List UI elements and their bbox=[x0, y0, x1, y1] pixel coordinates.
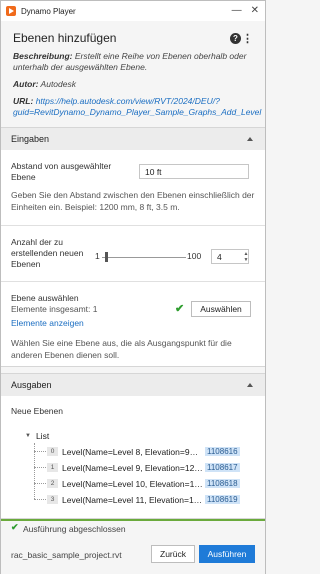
tree-connector bbox=[34, 483, 46, 484]
author-value: Autodesk bbox=[40, 79, 76, 89]
select-button[interactable]: Auswählen bbox=[191, 301, 251, 317]
close-button[interactable]: ✕ bbox=[251, 5, 259, 16]
help-icon[interactable]: ? bbox=[230, 33, 241, 44]
url-line: URL: https://help.autodesk.com/view/RVT/… bbox=[13, 96, 261, 118]
slider-min: 1 bbox=[95, 251, 100, 261]
item-index: 2 bbox=[47, 479, 58, 488]
minimize-button[interactable]: — bbox=[232, 5, 242, 16]
distance-label: Abstand von ausgewählter Ebene bbox=[11, 161, 112, 182]
output-label: Neue Ebenen bbox=[11, 406, 63, 416]
list-label: List bbox=[35, 430, 50, 441]
distance-help: Geben Sie den Abstand zwischen den Ebene… bbox=[11, 190, 255, 212]
tree-connector bbox=[34, 499, 46, 500]
list-item[interactable]: 1 Level(Name=Level 9, Elevation=12… bbox=[47, 461, 203, 474]
item-text: Level(Name=Level 10, Elevation=1… bbox=[62, 478, 203, 489]
elements-total: Elemente insgesamt: 1 bbox=[11, 304, 98, 314]
select-label: Ebene auswählen bbox=[11, 293, 79, 303]
list-item[interactable]: 3 Level(Name=Level 11, Elevation=1… bbox=[47, 493, 202, 506]
collapse-icon[interactable] bbox=[247, 383, 253, 387]
element-id[interactable]: 1108618 bbox=[205, 479, 240, 488]
element-id[interactable]: 1108619 bbox=[205, 495, 240, 504]
status-bar bbox=[1, 519, 265, 521]
slider-max: 100 bbox=[187, 251, 202, 261]
list-item[interactable]: 2 Level(Name=Level 10, Elevation=1… bbox=[47, 477, 203, 490]
run-button[interactable]: Ausführen bbox=[199, 545, 255, 563]
dynamo-player-icon bbox=[6, 6, 16, 16]
inputs-header[interactable]: Eingaben bbox=[1, 128, 265, 150]
window-title: Dynamo Player bbox=[21, 6, 76, 16]
page-title: Ebenen hinzufügen bbox=[13, 31, 117, 45]
item-text: Level(Name=Level 8, Elevation=9… bbox=[62, 446, 199, 457]
title-bar: Dynamo Player — ✕ bbox=[1, 1, 265, 21]
run-status: Ausführung abgeschlossen bbox=[23, 524, 126, 534]
item-text: Level(Name=Level 11, Elevation=1… bbox=[62, 494, 203, 505]
element-id[interactable]: 1108617 bbox=[205, 463, 240, 472]
file-name: rac_basic_sample_project.rvt bbox=[11, 550, 122, 560]
divider bbox=[1, 281, 265, 282]
description: Beschreibung: Erstellt eine Reihe von Eb… bbox=[13, 51, 253, 73]
tree-connector bbox=[34, 451, 46, 452]
stepper-icon[interactable]: ▲ ▼ bbox=[243, 251, 249, 263]
count-label: Anzahl der zu erstellenden neuen Ebenen bbox=[11, 237, 84, 269]
checkmark-icon: ✔ bbox=[175, 303, 185, 315]
distance-input[interactable]: 10 ft bbox=[139, 164, 249, 179]
tree-connector bbox=[34, 467, 46, 468]
chevron-down-icon[interactable]: ▼ bbox=[25, 433, 31, 439]
slider-track[interactable] bbox=[102, 257, 186, 258]
more-options-icon[interactable]: ⋮ bbox=[242, 32, 253, 45]
inputs-title: Eingaben bbox=[11, 134, 50, 144]
url-label: URL: bbox=[13, 96, 34, 106]
author-label: Autor: bbox=[13, 79, 39, 89]
outputs-title: Ausgaben bbox=[11, 380, 52, 390]
element-id[interactable]: 1108616 bbox=[205, 447, 240, 456]
back-button[interactable]: Zurück bbox=[151, 545, 195, 563]
item-index: 3 bbox=[47, 495, 58, 504]
outputs-header[interactable]: Ausgaben bbox=[1, 374, 265, 396]
item-index: 1 bbox=[47, 463, 58, 472]
select-help: Wählen Sie eine Ebene aus, die als Ausga… bbox=[11, 338, 232, 360]
description-label: Beschreibung: bbox=[13, 51, 73, 61]
url-link-part1[interactable]: https://help.autodesk.com/view/RVT/2024/… bbox=[36, 96, 220, 106]
divider bbox=[1, 225, 265, 226]
list-node[interactable]: ▼ List bbox=[25, 429, 49, 442]
url-link-part2[interactable]: guid=RevitDynamo_Dynamo_Player_Sample_Gr… bbox=[13, 107, 261, 117]
list-item[interactable]: 0 Level(Name=Level 8, Elevation=9… bbox=[47, 445, 198, 458]
item-index: 0 bbox=[47, 447, 58, 456]
author-line: Autor: Autodesk bbox=[13, 79, 253, 90]
item-text: Level(Name=Level 9, Elevation=12… bbox=[62, 462, 203, 473]
show-elements-link[interactable]: Elemente anzeigen bbox=[11, 318, 84, 328]
success-check-icon: ✔ bbox=[11, 522, 19, 532]
collapse-icon[interactable] bbox=[247, 137, 253, 141]
dynamo-player-window: Dynamo Player — ✕ Ebenen hinzufügen ? ⋮ … bbox=[0, 0, 266, 574]
graph-info: Ebenen hinzufügen ? ⋮ Beschreibung: Erst… bbox=[1, 23, 265, 123]
slider-thumb[interactable] bbox=[104, 252, 108, 262]
